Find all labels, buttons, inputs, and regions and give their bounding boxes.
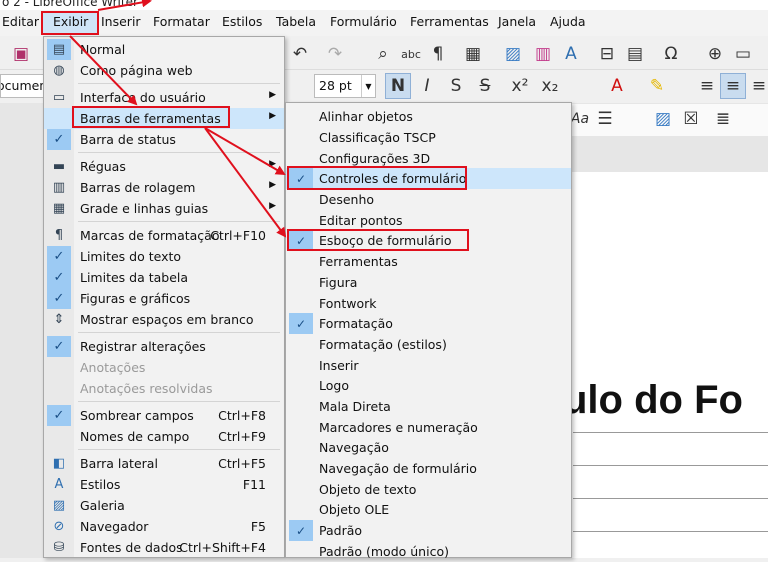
check-icon: ✓ xyxy=(53,270,65,285)
check-icon: ✓ xyxy=(53,291,65,306)
annotation-arrows xyxy=(69,0,287,238)
arrow-to-title xyxy=(97,0,152,11)
arrow-to-form-controls xyxy=(204,127,286,176)
arrow-to-form-design xyxy=(204,127,287,238)
check-icon: ✓ xyxy=(53,132,65,147)
check-icon: ✓ xyxy=(53,249,65,264)
check-icon: ✓ xyxy=(53,408,65,423)
page-icon: ▤ xyxy=(52,42,66,57)
check-icon: ✓ xyxy=(53,339,65,354)
arrow-to-toolbars xyxy=(69,35,138,106)
